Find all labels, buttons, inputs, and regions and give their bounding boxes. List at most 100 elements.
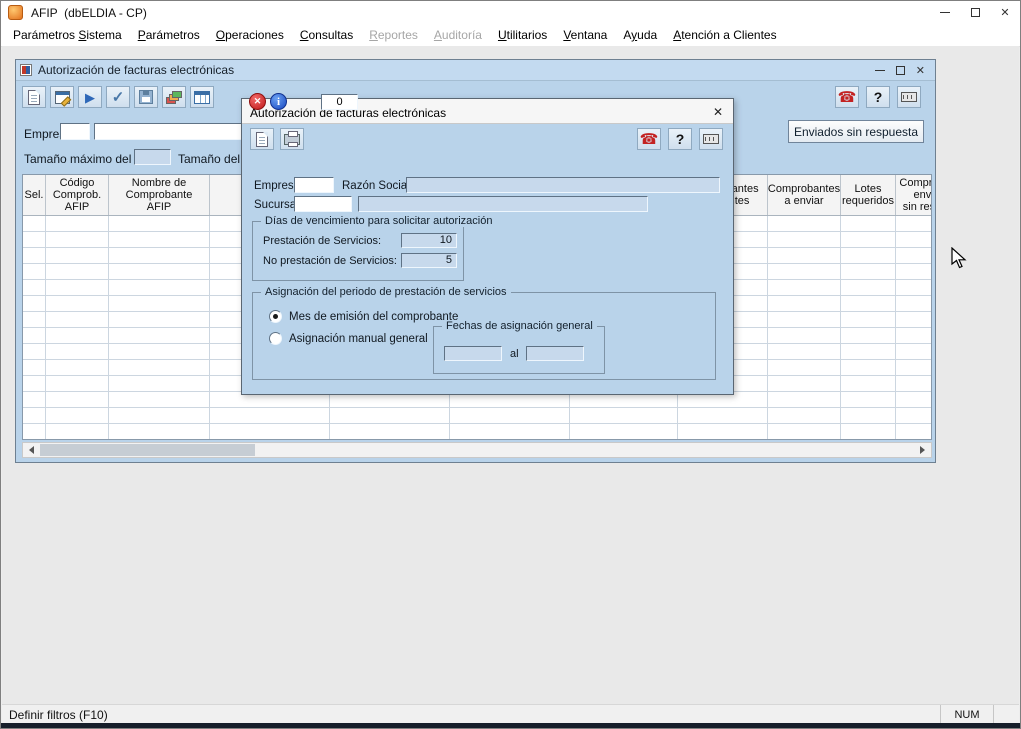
window-controls: ✕ [930,1,1020,24]
new-button[interactable] [22,86,46,108]
dialog-sucursal-field[interactable] [294,196,352,212]
grid-horizontal-scrollbar[interactable] [22,442,932,458]
dialog-titlebar[interactable]: Autorización de facturas electrónicas ✕ [242,99,733,124]
fechas-al-label: al [510,348,519,360]
dialog-toolbar-right: ☎ ? [637,128,723,150]
printer-icon [284,134,300,145]
empresa-code-field[interactable] [60,123,90,140]
grid-col-comprobantes-a-enviar[interactable]: Comprobantes a enviar [768,175,841,215]
scrollbar-thumb[interactable] [40,444,255,456]
dialog-razon-social-field[interactable] [406,177,720,193]
no-prestacion-label: No prestación de Servicios: [263,255,397,267]
menu-parametros-sistema[interactable]: Parámetros Sistema [5,25,130,45]
vencimiento-group-title: Días de vencimiento para solicitar autor… [261,215,496,227]
child-close-icon: ✕ [916,65,925,77]
check-icon: ✓ [112,90,125,105]
close-button[interactable]: ✕ [990,1,1020,24]
menu-utilitarios[interactable]: Utilitarios [490,25,555,45]
menu-parametros[interactable]: Parámetros [130,25,208,45]
prestacion-value-field[interactable]: 10 [401,233,457,248]
grid-view-button[interactable] [190,86,214,108]
info-icon: i [277,96,280,108]
info-button[interactable]: i [270,93,287,110]
status-bar: Definir filtros (F10) NUM [2,704,1019,724]
enviados-sin-respuesta-button[interactable]: Enviados sin respuesta [788,120,924,143]
cancel-button[interactable]: ✕ [249,93,266,110]
dialog-body: ☎ ? Empresa: Razón Social: Sucursal: Día… [242,124,733,394]
cards-icon [166,90,183,105]
child-minimize-button[interactable] [875,70,885,71]
scrollbar-track[interactable] [39,443,915,457]
radio-mes-emision[interactable] [269,310,282,323]
save-button[interactable] [134,86,158,108]
child-window-title: Autorización de facturas electrónicas [38,63,234,77]
grid-col-nombre-afip[interactable]: Nombre de Comprobante AFIP [109,175,210,215]
table-icon [194,91,210,104]
no-prestacion-value-field[interactable]: 5 [401,253,457,268]
radio-asignacion-manual[interactable] [269,332,282,345]
hotkeys-icon [703,134,719,144]
grid-vline [209,216,210,440]
grid-col-comprobantes-enviados[interactable]: Comprobantes enviados sin respuesta [896,175,932,215]
menu-ventana[interactable]: Ventana [555,25,615,45]
minimize-icon [940,12,950,13]
asignacion-groupbox: Asignación del periodo de prestación de … [252,292,716,380]
tamano-lote-field[interactable] [134,149,171,165]
child-window-controls: ✕ [875,64,925,77]
help-icon: ? [874,90,883,104]
run-button[interactable]: ▶ [78,86,102,108]
new-document-icon [28,90,40,105]
main-titlebar: AFIP (dbELDIA - CP) ✕ [1,1,1020,24]
help-icon: ? [676,132,685,146]
menu-reportes: Reportes [361,25,426,45]
menu-ayuda[interactable]: Ayuda [615,25,665,45]
menubar: Parámetros Sistema Parámetros Operacione… [1,24,1020,47]
grid-col-sel[interactable]: Sel. [23,175,46,215]
child-maximize-button[interactable] [896,66,905,75]
dialog-new-button[interactable] [250,128,274,150]
grid-col-codigo-afip[interactable]: Código Comprob. AFIP [46,175,109,215]
menu-operaciones[interactable]: Operaciones [208,25,292,45]
properties-button[interactable] [50,86,74,108]
fechas-groupbox: Fechas de asignación general al [433,326,605,374]
help-button[interactable]: ? [866,86,890,108]
dialog-sucursal-name-field[interactable] [358,196,648,212]
fecha-hasta-field[interactable] [526,346,584,361]
child-window-icon [20,64,32,76]
scroll-right-button[interactable] [915,443,931,457]
minimize-button[interactable] [930,1,960,24]
status-end-panel [993,705,1019,724]
autorizacion-dialog: Autorización de facturas electrónicas ✕ … [241,98,734,395]
grid-col-lotes-requeridos[interactable]: Lotes requeridos [841,175,896,215]
lots-button[interactable] [162,86,186,108]
dialog-razon-social-label: Razón Social: [342,180,413,192]
confirm-button[interactable]: ✓ [106,86,130,108]
properties-icon [55,91,70,104]
counter-field[interactable]: 0 [321,94,358,110]
dialog-toolbar [250,128,304,150]
dialog-close-button[interactable]: ✕ [708,103,728,120]
child-toolbar: ▶ ✓ [22,84,214,110]
dialog-exit-button[interactable]: ☎ [637,128,661,150]
maximize-button[interactable] [960,1,990,24]
fecha-desde-field[interactable] [444,346,502,361]
menu-consultas[interactable]: Consultas [292,25,361,45]
dialog-empresa-field[interactable] [294,177,334,193]
child-titlebar[interactable]: Autorización de facturas electrónicas ✕ [16,60,935,81]
cancel-icon: ✕ [254,96,262,107]
child-maximize-icon [896,66,905,75]
exit-button[interactable]: ☎ [835,86,859,108]
scroll-left-icon [25,446,34,454]
child-close-button[interactable]: ✕ [916,64,925,77]
new-document-icon [256,132,268,147]
dialog-print-button[interactable] [280,128,304,150]
dialog-hotkeys-button[interactable] [699,128,723,150]
scroll-right-icon [920,446,929,454]
menu-atencion-clientes[interactable]: Atención a Clientes [665,25,784,45]
prestacion-label: Prestación de Servicios: [263,235,381,247]
dialog-help-button[interactable]: ? [668,128,692,150]
save-icon [139,90,153,104]
asignacion-group-title: Asignación del periodo de prestación de … [261,286,511,298]
scroll-left-button[interactable] [23,443,39,457]
hotkeys-button[interactable] [897,86,921,108]
